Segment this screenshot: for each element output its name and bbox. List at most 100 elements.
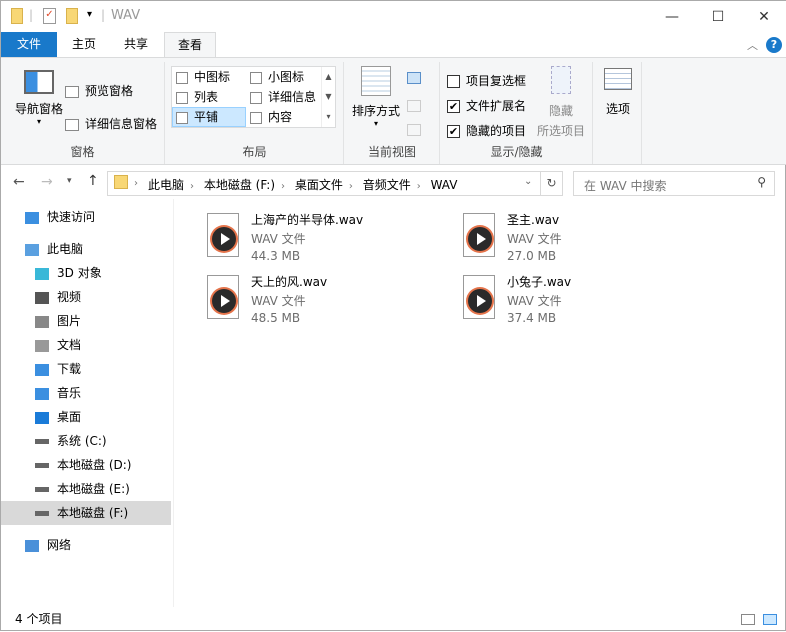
size-columns-icon [407, 124, 421, 136]
sidebar-item-label: 本地磁盘 (D:) [57, 458, 132, 472]
sidebar-item[interactable]: 网络 [1, 533, 171, 557]
sort-by-button[interactable]: 排序方式 ▾ [351, 66, 401, 128]
collapse-ribbon-icon[interactable]: ︿ [747, 37, 758, 53]
layout-scrollbar[interactable]: ▲ ▼ ▾ [321, 67, 335, 127]
status-bar: 4 个项目 [1, 607, 786, 632]
new-folder-icon[interactable] [66, 8, 78, 24]
checkbox-checked[interactable]: ✔ [447, 100, 460, 113]
file-tile[interactable]: 小兔子.wav WAV 文件 37.4 MB [455, 271, 695, 327]
refresh-button[interactable]: ↻ [540, 172, 562, 195]
layout-medium-icons[interactable]: 中图标 [176, 68, 230, 85]
address-bar[interactable]: › 此电脑 › 本地磁盘 (F:) › 桌面文件 › 音频文件 › WAV ⌄ ↻ [107, 171, 563, 196]
file-tile[interactable]: 圣主.wav WAV 文件 27.0 MB [455, 209, 695, 265]
search-icon[interactable]: ⚲ [757, 175, 766, 189]
maximize-button[interactable]: ☐ [695, 1, 741, 32]
hidden-items-toggle[interactable]: ✔ 隐藏的项目 [447, 122, 526, 139]
options-button[interactable]: 选项 [598, 68, 638, 117]
desktop-icon [35, 411, 49, 424]
forward-button[interactable]: → [41, 174, 53, 190]
address-dropdown-icon[interactable]: ⌄ [524, 176, 532, 187]
properties-icon[interactable]: ✓ [43, 8, 56, 24]
file-extensions-toggle[interactable]: ✔ 文件扩展名 [447, 97, 526, 114]
file-type: WAV 文件 [251, 294, 306, 308]
layout-small-icons[interactable]: 小图标 [250, 68, 304, 85]
back-button[interactable]: ← [13, 174, 25, 190]
sidebar-item[interactable]: 快速访问 [1, 205, 171, 229]
recent-locations-button[interactable]: ▾ [67, 176, 72, 186]
file-tile[interactable]: 天上的风.wav WAV 文件 48.5 MB [199, 271, 439, 327]
group-by-icon[interactable] [407, 72, 421, 84]
breadcrumb-item[interactable]: 音频文件 [363, 176, 411, 193]
preview-pane-button[interactable]: 预览窗格 [65, 82, 133, 99]
up-button[interactable]: ↑ [87, 173, 99, 189]
file-name: 天上的风.wav [251, 275, 328, 289]
breadcrumb-item[interactable]: WAV [431, 178, 458, 192]
details-view-button[interactable] [741, 614, 755, 625]
file-tile[interactable]: 上海产的半导体.wav WAV 文件 44.3 MB [199, 209, 439, 265]
sidebar-item[interactable]: 3D 对象 [1, 261, 171, 285]
breadcrumb-item[interactable]: 桌面文件 [295, 176, 343, 193]
options-icon [604, 68, 632, 90]
sidebar-item-label: 此电脑 [47, 242, 84, 256]
sidebar-item-label: 本地磁盘 (E:) [57, 482, 130, 496]
sidebar-item[interactable]: 本地磁盘 (D:) [1, 453, 171, 477]
show-hide-group: 项目复选框 ✔ 文件扩展名 ✔ 隐藏的项目 隐藏 所选项目 显示/隐藏 [441, 62, 593, 164]
group-label: 窗格 [70, 145, 95, 159]
layout-details[interactable]: 详细信息 [250, 88, 316, 105]
layout-tiles[interactable]: 平铺 [172, 107, 246, 127]
play-icon [468, 289, 492, 313]
tab-home[interactable]: 主页 [61, 32, 107, 57]
nav-pane-button[interactable]: 导航窗格 ▾ [9, 68, 69, 130]
title-bar: | ✓ ▾ | WAV — ☐ ✕ [1, 1, 786, 32]
search-box[interactable]: 在 WAV 中搜索 ⚲ [573, 171, 775, 196]
layout-list[interactable]: 列表 [176, 88, 218, 105]
drive-icon [35, 463, 49, 468]
preview-pane-icon [65, 85, 79, 98]
checkbox-checked[interactable]: ✔ [447, 125, 460, 138]
drive-icon [35, 439, 49, 444]
sidebar-item[interactable]: 下载 [1, 357, 171, 381]
item-checkboxes-toggle[interactable]: 项目复选框 [447, 72, 526, 89]
folder-icon [114, 175, 128, 189]
star-icon [25, 211, 39, 224]
navigation-pane: 快速访问此电脑 3D 对象视频图片 文档 下载音乐桌面 系统 (C:) 本地磁盘 (D:)… [1, 199, 173, 607]
breadcrumb-item[interactable]: 本地磁盘 (F:) [204, 176, 275, 193]
tab-share[interactable]: 共享 [113, 32, 159, 57]
sidebar-item[interactable]: 文档 [1, 333, 171, 357]
sidebar-item[interactable]: 图片 [1, 309, 171, 333]
sidebar-item[interactable]: 本地磁盘 (F:) [1, 501, 171, 525]
details-pane-icon [65, 118, 79, 131]
help-icon[interactable]: ? [766, 37, 782, 53]
item-count: 4 个项目 [15, 612, 63, 626]
tab-view[interactable]: 查看 [164, 32, 216, 58]
sidebar-item[interactable]: 视频 [1, 285, 171, 309]
current-view-group: 排序方式 ▾ 当前视图 [345, 62, 440, 164]
layout-content[interactable]: 内容 [250, 108, 292, 125]
file-list: 上海产的半导体.wav WAV 文件 44.3 MB 圣主.wav WAV 文件 27.0… [173, 199, 785, 607]
nav-pane-label: 导航窗格 [14, 102, 63, 116]
search-input[interactable]: 在 WAV 中搜索 [584, 179, 667, 193]
customize-toolbar-icon[interactable]: ▾ [87, 9, 92, 20]
details-pane-button[interactable]: 详细信息窗格 [65, 115, 157, 132]
minimize-button[interactable]: — [649, 1, 695, 32]
options-label: 选项 [605, 102, 630, 116]
sidebar-item[interactable]: 此电脑 [1, 237, 171, 261]
sidebar-item[interactable]: 桌面 [1, 405, 171, 429]
file-type: WAV 文件 [507, 232, 562, 246]
file-type: WAV 文件 [251, 232, 306, 246]
sidebar-item[interactable]: 系统 (C:) [1, 429, 171, 453]
close-button[interactable]: ✕ [741, 1, 786, 32]
sidebar-item-label: 视频 [57, 290, 82, 304]
ribbon: 导航窗格 ▾ 预览窗格 详细信息窗格 窗格 中图标 小图标 列表 详细信息 平铺… [1, 57, 786, 165]
breadcrumb-item[interactable]: 此电脑 [148, 176, 184, 193]
large-icons-view-button[interactable] [763, 614, 777, 625]
play-icon [212, 289, 236, 313]
file-name: 上海产的半导体.wav [251, 213, 364, 227]
sidebar-item[interactable]: 音乐 [1, 381, 171, 405]
computer-icon [25, 243, 39, 256]
sidebar-item-label: 音乐 [57, 386, 82, 400]
checkbox[interactable] [447, 75, 460, 88]
sidebar-item-label: 快速访问 [47, 210, 96, 224]
sidebar-item[interactable]: 本地磁盘 (E:) [1, 477, 171, 501]
layout-group: 中图标 小图标 列表 详细信息 平铺 内容 ▲ ▼ ▾ 布局 [166, 62, 344, 164]
